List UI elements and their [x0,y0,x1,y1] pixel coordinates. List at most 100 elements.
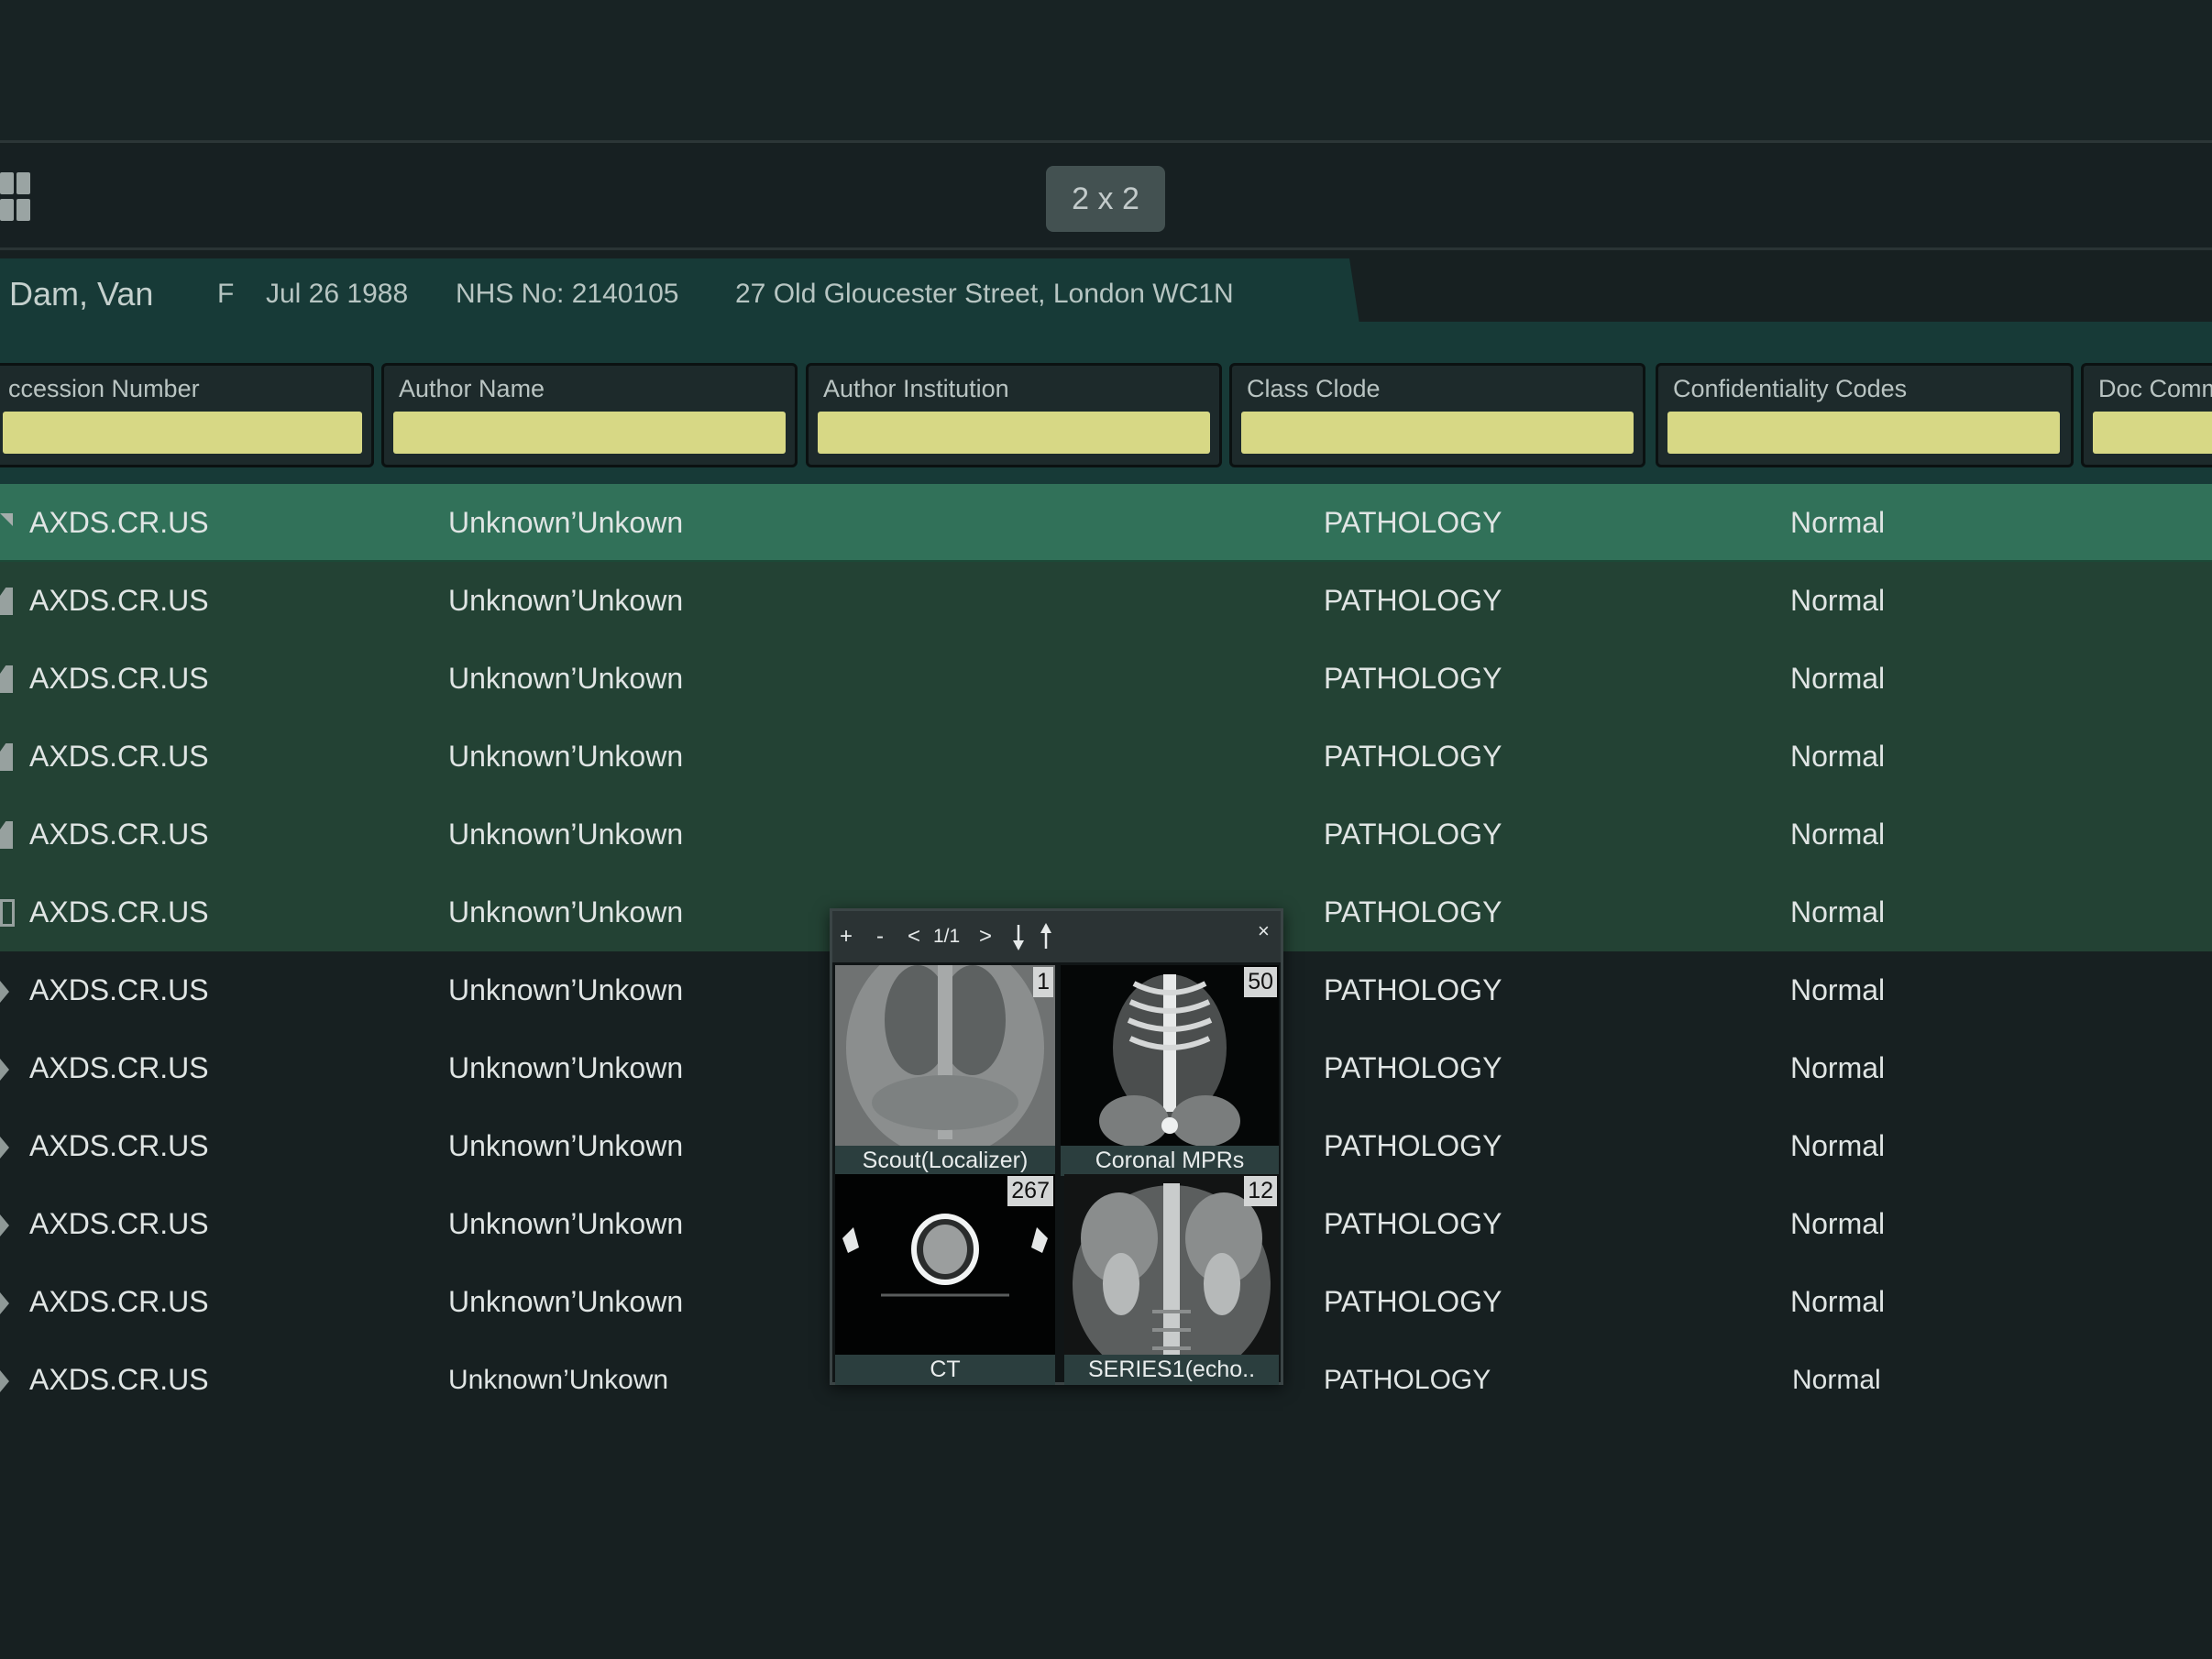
doc-comments-input[interactable] [2093,412,2212,454]
table-row[interactable]: AXDS.CR.US Unknown’Unkown PATHOLOGY Norm… [0,640,2212,718]
class-cell: PATHOLOGY [1324,895,1502,928]
document-icon [0,588,13,615]
table-row[interactable]: AXDS.CR.US Unknown’Unkown PATHOLOGY Norm… [0,484,2212,562]
author-cell: Unknown’Unkown [448,740,684,773]
confidentiality-cell: Normal [1790,584,1886,617]
class-cell: PATHOLOGY [1324,973,1502,1006]
confidentiality-cell: Normal [1790,1285,1886,1318]
author-cell: Unknown’Unkown [448,1129,684,1162]
class-cell: PATHOLOGY [1324,506,1502,539]
author-cell: Unknown’Unkown [448,1365,669,1395]
image-count-badge: 50 [1244,967,1277,997]
previous-page-button[interactable]: < [908,922,920,951]
confidentiality-codes-input[interactable] [1667,412,2060,454]
series-thumbnail-series1[interactable]: 12 SERIES1(echo.. [1064,1174,1279,1385]
accession-cell: AXDS.CR.US [29,584,209,617]
document-icon [0,743,13,771]
zoom-out-button[interactable]: - [876,922,884,951]
table-row[interactable]: AXDS.CR.US Unknown’Unkown PATHOLOGY Norm… [0,562,2212,640]
series-label: Coronal MPRs [1061,1146,1279,1176]
grid-layout-icon[interactable] [0,172,31,222]
table-row[interactable]: AXDS.CR.US Unknown’Unkown PATHOLOGY Norm… [0,718,2212,796]
confidentiality-cell: Normal [1790,818,1886,851]
filter-class-code: Class Clode [1229,363,1645,467]
patient-address: 27 Old Gloucester Street, London WC1N [735,279,1234,309]
filter-doc-comments: Doc Comm [2081,363,2212,467]
author-cell: Unknown’Unkown [448,1285,684,1318]
class-cell: PATHOLOGY [1324,1129,1502,1162]
image-count-badge: 1 [1033,967,1053,997]
class-cell: PATHOLOGY [1324,662,1502,695]
filter-label: Author Institution [823,375,1009,402]
accession-cell: AXDS.CR.US [29,1051,209,1084]
accession-cell: AXDS.CR.US [29,1207,209,1240]
accession-number-input[interactable] [3,412,362,454]
filter-label: Author Name [399,375,545,402]
filter-label: ccession Number [8,375,200,402]
accession-cell: AXDS.CR.US [29,662,209,695]
report-icon [0,899,15,927]
accession-cell: AXDS.CR.US [29,895,209,928]
accession-cell: AXDS.CR.US [29,740,209,773]
author-cell: Unknown’Unkown [448,662,684,695]
document-icon [0,665,13,693]
series-thumbnail-scout[interactable]: 1 Scout(Localizer) [835,965,1055,1176]
accession-cell: AXDS.CR.US [29,506,209,539]
expand-arrow-icon[interactable] [0,1370,9,1392]
class-cell: PATHOLOGY [1324,1365,1491,1395]
series-thumbnail-coronal-mprs[interactable]: 50 Coronal MPRs [1061,965,1279,1176]
close-icon[interactable]: × [1258,917,1270,946]
filter-label: Class Clode [1247,375,1381,402]
confidentiality-cell: Normal [1790,1129,1886,1162]
series-label: CT [835,1355,1055,1385]
series-thumbnail-ct[interactable]: 267 CT [835,1174,1055,1385]
filter-author-name: Author Name [381,363,798,467]
accession-cell: AXDS.CR.US [29,1285,209,1318]
image-count-badge: 267 [1007,1176,1053,1206]
confidentiality-cell: Normal [1790,973,1886,1006]
confidentiality-cell: Normal [1790,1207,1886,1240]
layout-2x2-button[interactable]: 2 x 2 [1046,166,1165,232]
filter-label: Doc Comm [2098,375,2212,402]
series-label: SERIES1(echo.. [1064,1355,1279,1385]
filter-label: Confidentiality Codes [1673,375,1908,402]
confidentiality-cell: Normal [1790,662,1886,695]
expand-arrow-icon[interactable] [0,1137,9,1159]
series-label: Scout(Localizer) [835,1146,1055,1176]
author-name-input[interactable] [393,412,786,454]
next-page-button[interactable]: > [979,922,992,951]
top-band [0,0,2212,143]
author-cell: Unknown’Unkown [448,973,684,1006]
table-row[interactable]: AXDS.CR.US Unknown’Unkown PATHOLOGY Norm… [0,796,2212,873]
zoom-in-button[interactable]: + [840,922,853,951]
confidentiality-cell: Normal [1790,895,1886,928]
author-cell: Unknown’Unkown [448,895,684,928]
row-marker-icon [0,513,13,526]
class-code-input[interactable] [1241,412,1634,454]
class-cell: PATHOLOGY [1324,818,1502,851]
patient-name: Dam, Van [9,275,154,313]
filter-accession-number: ccession Number [0,363,374,467]
class-cell: PATHOLOGY [1324,1285,1502,1318]
series-preview-popup: + - < 1/1 > × 1 Scout(Localizer) 50 Coro… [830,908,1283,1385]
author-cell: Unknown’Unkown [448,1207,684,1240]
image-count-badge: 12 [1244,1176,1277,1206]
class-cell: PATHOLOGY [1324,1051,1502,1084]
author-cell: Unknown’Unkown [448,1051,684,1084]
patient-strip [0,322,2212,354]
author-cell: Unknown’Unkown [448,506,684,539]
arrow-up-icon[interactable] [1040,922,1052,950]
scout-image [835,965,1055,1176]
expand-arrow-icon[interactable] [0,1059,9,1081]
filter-confidentiality-codes: Confidentiality Codes [1656,363,2074,467]
expand-arrow-icon[interactable] [0,1214,9,1236]
confidentiality-cell: Normal [1792,1365,1881,1395]
expand-arrow-icon[interactable] [0,981,9,1003]
accession-cell: AXDS.CR.US [29,818,209,851]
expand-arrow-icon[interactable] [0,1292,9,1314]
filter-author-institution: Author Institution [806,363,1222,467]
patient-sex: F [217,279,235,309]
author-cell: Unknown’Unkown [448,818,684,851]
arrow-down-icon[interactable] [1012,924,1025,951]
author-institution-input[interactable] [818,412,1210,454]
